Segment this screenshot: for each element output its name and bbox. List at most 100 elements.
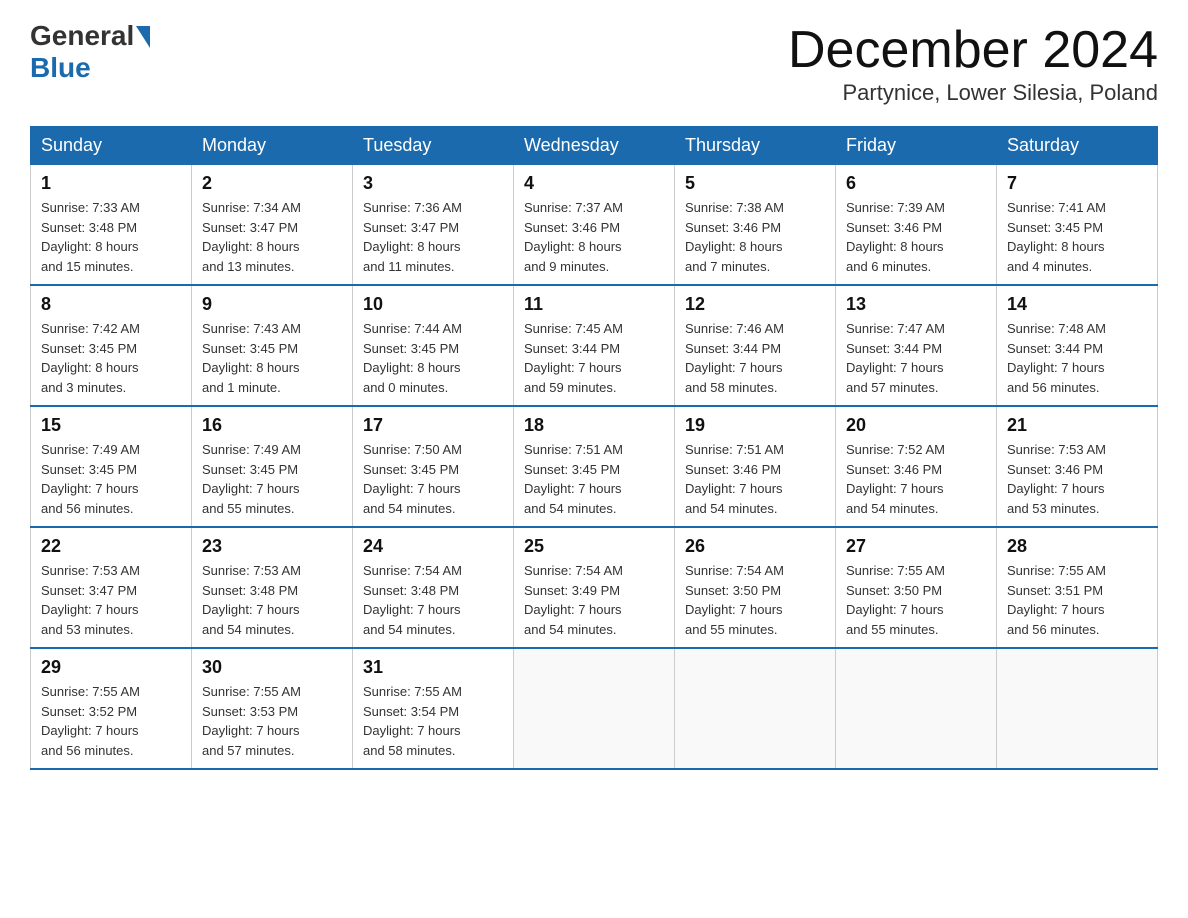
day-number: 6 bbox=[846, 173, 986, 194]
day-number: 12 bbox=[685, 294, 825, 315]
day-info: Sunrise: 7:55 AMSunset: 3:52 PMDaylight:… bbox=[41, 682, 181, 760]
day-cell: 16 Sunrise: 7:49 AMSunset: 3:45 PMDayligh… bbox=[192, 406, 353, 527]
day-cell: 23 Sunrise: 7:53 AMSunset: 3:48 PMDayligh… bbox=[192, 527, 353, 648]
day-info: Sunrise: 7:53 AMSunset: 3:48 PMDaylight:… bbox=[202, 561, 342, 639]
day-number: 18 bbox=[524, 415, 664, 436]
logo: General Blue bbox=[30, 20, 150, 84]
day-info: Sunrise: 7:47 AMSunset: 3:44 PMDaylight:… bbox=[846, 319, 986, 397]
day-number: 17 bbox=[363, 415, 503, 436]
day-number: 10 bbox=[363, 294, 503, 315]
logo-general-text: General bbox=[30, 20, 134, 52]
day-info: Sunrise: 7:49 AMSunset: 3:45 PMDaylight:… bbox=[202, 440, 342, 518]
day-info: Sunrise: 7:39 AMSunset: 3:46 PMDaylight:… bbox=[846, 198, 986, 276]
day-number: 31 bbox=[363, 657, 503, 678]
week-row-1: 1Sunrise: 7:33 AMSunset: 3:48 PMDaylight… bbox=[31, 165, 1158, 286]
header-monday: Monday bbox=[192, 127, 353, 165]
day-number: 19 bbox=[685, 415, 825, 436]
day-cell bbox=[675, 648, 836, 769]
header-thursday: Thursday bbox=[675, 127, 836, 165]
day-number: 23 bbox=[202, 536, 342, 557]
day-info: Sunrise: 7:54 AMSunset: 3:48 PMDaylight:… bbox=[363, 561, 503, 639]
week-row-5: 29 Sunrise: 7:55 AMSunset: 3:52 PMDayligh… bbox=[31, 648, 1158, 769]
day-cell: 15Sunrise: 7:49 AMSunset: 3:45 PMDayligh… bbox=[31, 406, 192, 527]
day-cell: 17 Sunrise: 7:50 AMSunset: 3:45 PMDayligh… bbox=[353, 406, 514, 527]
day-cell: 18 Sunrise: 7:51 AMSunset: 3:45 PMDayligh… bbox=[514, 406, 675, 527]
day-cell: 20Sunrise: 7:52 AMSunset: 3:46 PMDayligh… bbox=[836, 406, 997, 527]
day-info: Sunrise: 7:55 AMSunset: 3:53 PMDaylight:… bbox=[202, 682, 342, 760]
header-tuesday: Tuesday bbox=[353, 127, 514, 165]
day-cell: 24 Sunrise: 7:54 AMSunset: 3:48 PMDayligh… bbox=[353, 527, 514, 648]
day-cell: 1Sunrise: 7:33 AMSunset: 3:48 PMDaylight… bbox=[31, 165, 192, 286]
day-info: Sunrise: 7:42 AMSunset: 3:45 PMDaylight:… bbox=[41, 319, 181, 397]
day-info: Sunrise: 7:53 AMSunset: 3:47 PMDaylight:… bbox=[41, 561, 181, 639]
header-row: SundayMondayTuesdayWednesdayThursdayFrid… bbox=[31, 127, 1158, 165]
day-cell: 26 Sunrise: 7:54 AMSunset: 3:50 PMDayligh… bbox=[675, 527, 836, 648]
day-number: 28 bbox=[1007, 536, 1147, 557]
day-info: Sunrise: 7:51 AMSunset: 3:45 PMDaylight:… bbox=[524, 440, 664, 518]
day-cell bbox=[997, 648, 1158, 769]
day-info: Sunrise: 7:54 AMSunset: 3:50 PMDaylight:… bbox=[685, 561, 825, 639]
day-number: 8 bbox=[41, 294, 181, 315]
header-wednesday: Wednesday bbox=[514, 127, 675, 165]
day-info: Sunrise: 7:50 AMSunset: 3:45 PMDaylight:… bbox=[363, 440, 503, 518]
week-row-2: 8 Sunrise: 7:42 AMSunset: 3:45 PMDaylight… bbox=[31, 285, 1158, 406]
day-number: 9 bbox=[202, 294, 342, 315]
day-number: 22 bbox=[41, 536, 181, 557]
day-number: 2 bbox=[202, 173, 342, 194]
location-title: Partynice, Lower Silesia, Poland bbox=[788, 80, 1158, 106]
day-info: Sunrise: 7:49 AMSunset: 3:45 PMDaylight:… bbox=[41, 440, 181, 518]
day-info: Sunrise: 7:43 AMSunset: 3:45 PMDaylight:… bbox=[202, 319, 342, 397]
day-info: Sunrise: 7:45 AMSunset: 3:44 PMDaylight:… bbox=[524, 319, 664, 397]
day-info: Sunrise: 7:37 AMSunset: 3:46 PMDaylight:… bbox=[524, 198, 664, 276]
day-info: Sunrise: 7:55 AMSunset: 3:51 PMDaylight:… bbox=[1007, 561, 1147, 639]
day-cell: 27Sunrise: 7:55 AMSunset: 3:50 PMDayligh… bbox=[836, 527, 997, 648]
title-section: December 2024 Partynice, Lower Silesia, … bbox=[788, 20, 1158, 106]
logo-blue-text: Blue bbox=[30, 52, 91, 84]
day-number: 4 bbox=[524, 173, 664, 194]
day-cell: 4 Sunrise: 7:37 AMSunset: 3:46 PMDaylight… bbox=[514, 165, 675, 286]
day-info: Sunrise: 7:52 AMSunset: 3:46 PMDaylight:… bbox=[846, 440, 986, 518]
day-cell: 14Sunrise: 7:48 AMSunset: 3:44 PMDayligh… bbox=[997, 285, 1158, 406]
day-info: Sunrise: 7:51 AMSunset: 3:46 PMDaylight:… bbox=[685, 440, 825, 518]
day-number: 24 bbox=[363, 536, 503, 557]
week-row-4: 22 Sunrise: 7:53 AMSunset: 3:47 PMDayligh… bbox=[31, 527, 1158, 648]
header-friday: Friday bbox=[836, 127, 997, 165]
calendar-body: 1Sunrise: 7:33 AMSunset: 3:48 PMDaylight… bbox=[31, 165, 1158, 770]
day-cell: 28 Sunrise: 7:55 AMSunset: 3:51 PMDayligh… bbox=[997, 527, 1158, 648]
day-cell: 6 Sunrise: 7:39 AMSunset: 3:46 PMDaylight… bbox=[836, 165, 997, 286]
day-number: 14 bbox=[1007, 294, 1147, 315]
day-info: Sunrise: 7:41 AMSunset: 3:45 PMDaylight:… bbox=[1007, 198, 1147, 276]
calendar-header: SundayMondayTuesdayWednesdayThursdayFrid… bbox=[31, 127, 1158, 165]
day-number: 25 bbox=[524, 536, 664, 557]
day-info: Sunrise: 7:55 AMSunset: 3:50 PMDaylight:… bbox=[846, 561, 986, 639]
day-cell: 21 Sunrise: 7:53 AMSunset: 3:46 PMDayligh… bbox=[997, 406, 1158, 527]
day-info: Sunrise: 7:55 AMSunset: 3:54 PMDaylight:… bbox=[363, 682, 503, 760]
day-number: 29 bbox=[41, 657, 181, 678]
day-number: 21 bbox=[1007, 415, 1147, 436]
calendar-table: SundayMondayTuesdayWednesdayThursdayFrid… bbox=[30, 126, 1158, 770]
day-cell: 22 Sunrise: 7:53 AMSunset: 3:47 PMDayligh… bbox=[31, 527, 192, 648]
day-cell: 31 Sunrise: 7:55 AMSunset: 3:54 PMDayligh… bbox=[353, 648, 514, 769]
day-cell: 9 Sunrise: 7:43 AMSunset: 3:45 PMDaylight… bbox=[192, 285, 353, 406]
day-info: Sunrise: 7:44 AMSunset: 3:45 PMDaylight:… bbox=[363, 319, 503, 397]
day-number: 7 bbox=[1007, 173, 1147, 194]
day-info: Sunrise: 7:33 AMSunset: 3:48 PMDaylight:… bbox=[41, 198, 181, 276]
day-cell bbox=[836, 648, 997, 769]
month-title: December 2024 bbox=[788, 20, 1158, 80]
day-cell: 29 Sunrise: 7:55 AMSunset: 3:52 PMDayligh… bbox=[31, 648, 192, 769]
day-cell: 3Sunrise: 7:36 AMSunset: 3:47 PMDaylight… bbox=[353, 165, 514, 286]
day-cell: 5 Sunrise: 7:38 AMSunset: 3:46 PMDaylight… bbox=[675, 165, 836, 286]
day-number: 26 bbox=[685, 536, 825, 557]
day-cell: 10 Sunrise: 7:44 AMSunset: 3:45 PMDayligh… bbox=[353, 285, 514, 406]
day-info: Sunrise: 7:54 AMSunset: 3:49 PMDaylight:… bbox=[524, 561, 664, 639]
day-cell: 8 Sunrise: 7:42 AMSunset: 3:45 PMDaylight… bbox=[31, 285, 192, 406]
day-number: 16 bbox=[202, 415, 342, 436]
day-info: Sunrise: 7:53 AMSunset: 3:46 PMDaylight:… bbox=[1007, 440, 1147, 518]
day-number: 3 bbox=[363, 173, 503, 194]
day-info: Sunrise: 7:38 AMSunset: 3:46 PMDaylight:… bbox=[685, 198, 825, 276]
day-cell: 11 Sunrise: 7:45 AMSunset: 3:44 PMDayligh… bbox=[514, 285, 675, 406]
day-number: 5 bbox=[685, 173, 825, 194]
header-saturday: Saturday bbox=[997, 127, 1158, 165]
day-cell: 25 Sunrise: 7:54 AMSunset: 3:49 PMDayligh… bbox=[514, 527, 675, 648]
day-number: 11 bbox=[524, 294, 664, 315]
